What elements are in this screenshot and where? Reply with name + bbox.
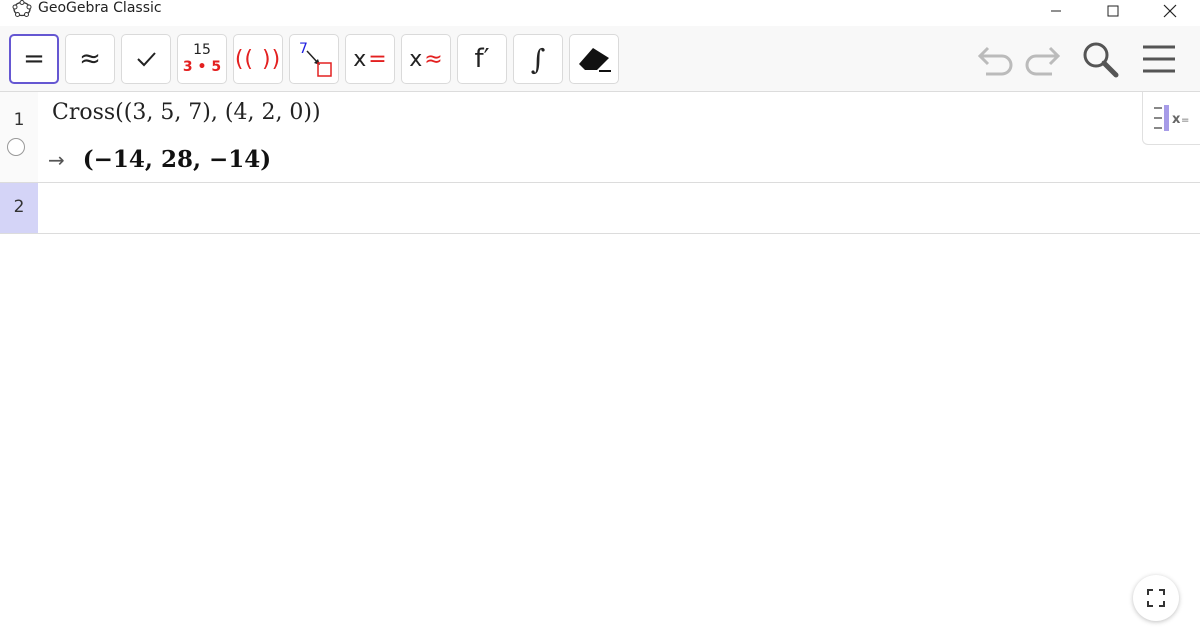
maximize-button[interactable] — [1085, 0, 1141, 22]
delete-button[interactable] — [569, 34, 619, 84]
solve-x-label: x — [353, 46, 367, 72]
nsolve-op-label: ≈ — [424, 46, 443, 72]
integral-button[interactable]: ∫ — [513, 34, 563, 84]
search-icon — [1083, 42, 1119, 78]
output-arrow-icon: → — [48, 147, 65, 172]
close-icon — [1163, 4, 1177, 18]
solve-button[interactable]: x = — [345, 34, 395, 84]
substitute-button[interactable]: 7 — [289, 34, 339, 84]
search-button[interactable] — [1076, 34, 1124, 84]
nsolve-x-label: x — [409, 46, 423, 72]
checkmark-icon — [137, 52, 156, 67]
cas-input[interactable]: Cross((3, 5, 7), (4, 2, 0)) — [52, 100, 321, 125]
algebra-view-icon: x = — [1153, 105, 1189, 131]
menu-button[interactable] — [1135, 34, 1183, 84]
algebra-side-tab[interactable]: x = — [1142, 92, 1200, 145]
fullscreen-button[interactable] — [1133, 575, 1179, 621]
cas-row[interactable]: 1 Cross((3, 5, 7), (4, 2, 0)) → (−14, 28… — [0, 92, 1200, 183]
cas-toolbar: = ≈ 15 3 • 5 (( )) 7 x = x ≈ f′ ∫ — [0, 26, 1200, 92]
cas-view: 1 Cross((3, 5, 7), (4, 2, 0)) → (−14, 28… — [0, 92, 1200, 630]
redo-icon — [1025, 46, 1061, 76]
eraser-icon — [579, 48, 611, 72]
keep-input-button[interactable] — [121, 34, 171, 84]
factor-top-label: 15 — [193, 42, 211, 58]
geogebra-logo-icon — [12, 0, 32, 17]
expand-button[interactable]: (( )) — [233, 34, 283, 84]
factor-button[interactable]: 15 3 • 5 — [177, 34, 227, 84]
menu-icon — [1143, 45, 1175, 73]
maximize-icon — [1107, 5, 1119, 17]
svg-text:7: 7 — [299, 41, 308, 57]
solve-numerically-button[interactable]: x ≈ — [401, 34, 451, 84]
row-number: 1 — [13, 110, 25, 130]
row-number: 2 — [13, 197, 25, 217]
substitute-icon: 7 — [299, 41, 332, 77]
solve-op-label: = — [368, 46, 387, 72]
minimize-button[interactable] — [1028, 0, 1084, 22]
integral-label: ∫ — [530, 42, 546, 76]
derivative-button[interactable]: f′ — [457, 34, 507, 84]
evaluate-button[interactable]: = — [9, 34, 59, 84]
row-margin — [0, 92, 38, 182]
evaluate-label: = — [23, 44, 45, 74]
numeric-button[interactable]: ≈ — [65, 34, 115, 84]
numeric-label: ≈ — [79, 44, 101, 74]
fullscreen-icon — [1147, 589, 1165, 607]
cas-output: → (−14, 28, −14) — [48, 146, 271, 173]
factor-bottom-label: 3 • 5 — [182, 59, 222, 75]
title-bar: GeoGebra Classic — [0, 0, 1200, 26]
minimize-icon — [1051, 10, 1061, 12]
expand-label: (( )) — [234, 46, 282, 72]
cas-row-active[interactable]: 2 — [0, 183, 1200, 234]
derivative-label: f′ — [474, 44, 490, 74]
close-button[interactable] — [1142, 0, 1198, 22]
visibility-toggle[interactable] — [7, 138, 25, 156]
svg-text:x: x — [1172, 112, 1181, 127]
undo-icon — [977, 46, 1013, 76]
redo-button[interactable] — [1018, 34, 1066, 84]
window-title: GeoGebra Classic — [38, 0, 162, 16]
svg-text:=: = — [1181, 115, 1189, 126]
output-value: (−14, 28, −14) — [82, 146, 272, 173]
undo-button[interactable] — [972, 34, 1020, 84]
